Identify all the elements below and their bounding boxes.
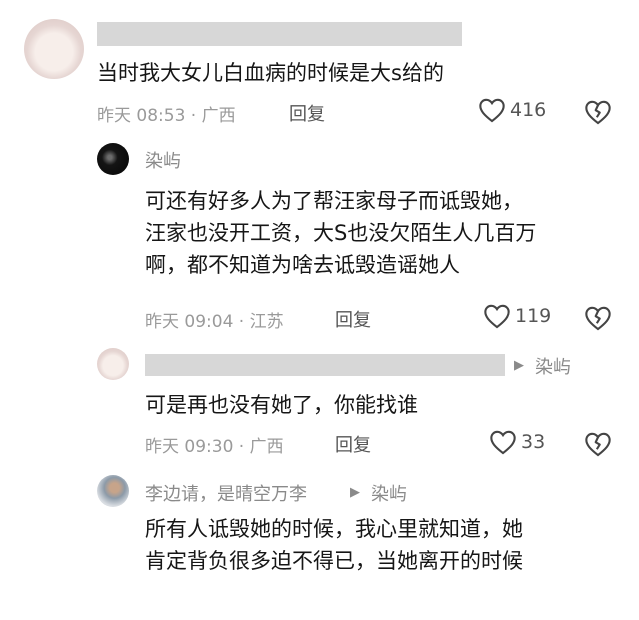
like-count: 416 [510, 99, 547, 121]
avatar[interactable] [97, 348, 129, 380]
heart-outline-icon [483, 303, 511, 329]
heart-outline-icon [478, 97, 506, 123]
like-button[interactable]: 416 [478, 97, 546, 123]
avatar[interactable] [24, 19, 84, 79]
like-count: 33 [521, 431, 546, 453]
avatar[interactable] [97, 143, 129, 175]
reply-to-author[interactable]: 染屿 [371, 480, 407, 506]
comment-meta: 昨天 08:53 · 广西 [97, 106, 236, 126]
broken-heart-icon [584, 99, 612, 125]
like-button[interactable]: 119 [483, 303, 551, 329]
comment-author[interactable]: 染屿 [145, 147, 181, 173]
avatar[interactable] [97, 475, 129, 507]
comment-meta: 昨天 09:30 · 广西 [145, 437, 284, 457]
comment-meta: 昨天 09:04 · 江苏 [145, 312, 284, 332]
like-count: 119 [515, 305, 552, 327]
dislike-button[interactable] [584, 99, 612, 125]
comment-line: 可是再也没有她了，你能找谁 [145, 393, 418, 417]
broken-heart-icon [584, 305, 612, 331]
comment-text: 可是再也没有她了，你能找谁 [145, 389, 418, 421]
comment-line: 啊，都不知道为啥去诋毁造谣她人 [145, 253, 460, 277]
bottom-fade [0, 598, 639, 620]
broken-heart-icon [584, 431, 612, 457]
comment-text: 所有人诋毁她的时候，我心里就知道，她 肯定背负很多迫不得已，当她离开的时候 [145, 513, 523, 577]
comment-line: 汪家也没开工资，大S也没欠陌生人几百万 [145, 221, 537, 245]
comment-line: 所有人诋毁她的时候，我心里就知道，她 [145, 517, 523, 541]
comment-line: 可还有好多人为了帮汪家母子而诋毁她， [145, 189, 523, 213]
reply-button[interactable]: 回复 [289, 100, 325, 126]
reply-to-author[interactable]: 染屿 [535, 353, 571, 379]
comment-author[interactable]: 李边请，是晴空万李 [145, 480, 307, 506]
reply-button[interactable]: 回复 [335, 306, 371, 332]
dislike-button[interactable] [584, 431, 612, 457]
comment-text: 可还有好多人为了帮汪家母子而诋毁她， 汪家也没开工资，大S也没欠陌生人几百万 啊… [145, 185, 536, 281]
reply-button[interactable]: 回复 [335, 431, 371, 457]
play-triangle-icon: ▶ [350, 485, 360, 500]
play-triangle-icon: ▶ [514, 358, 524, 373]
comment-text: 当时我大女儿白血病的时候是大s给的 [97, 57, 444, 89]
comment-line: 当时我大女儿白血病的时候是大s给的 [97, 61, 444, 85]
redacted-username [97, 22, 462, 46]
like-button[interactable]: 33 [489, 429, 545, 455]
heart-outline-icon [489, 429, 517, 455]
comment-line: 肯定背负很多迫不得已，当她离开的时候 [145, 549, 523, 573]
redacted-username [145, 354, 505, 376]
dislike-button[interactable] [584, 305, 612, 331]
